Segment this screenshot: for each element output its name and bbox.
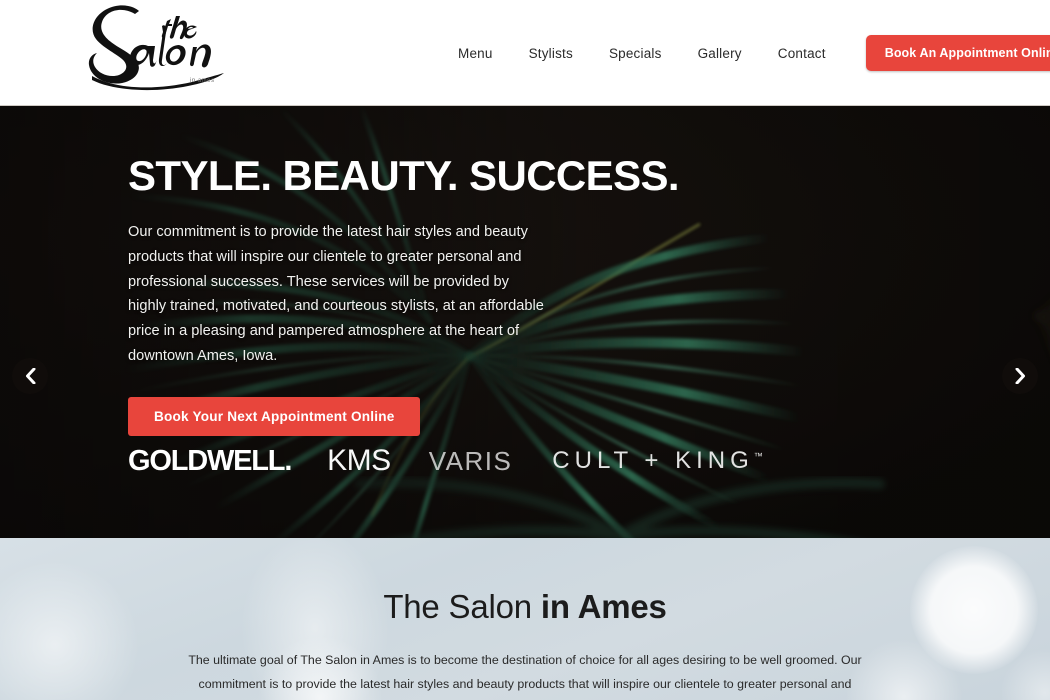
nav-item-specials[interactable]: Specials: [591, 40, 680, 67]
trademark-symbol: ™: [753, 451, 763, 461]
intro-section: The Salon in Ames The ultimate goal of T…: [0, 538, 1050, 700]
nav-item-stylists[interactable]: Stylists: [511, 40, 591, 67]
hero-carousel: STYLE. BEAUTY. SUCCESS. Our commitment i…: [0, 106, 1050, 538]
hero-content: STYLE. BEAUTY. SUCCESS. Our commitment i…: [128, 152, 688, 436]
nav-item-gallery[interactable]: Gallery: [680, 40, 760, 67]
brand-logo-goldwell: GOLDWELL.: [128, 444, 292, 477]
hero-title: STYLE. BEAUTY. SUCCESS.: [128, 152, 680, 199]
brand-logo-kms: KMS: [327, 444, 391, 477]
the-salon-logo[interactable]: in ames: [62, 2, 254, 100]
nav-item-menu[interactable]: Menu: [440, 40, 511, 67]
brand-logo-cult-king: CULT + KING™: [552, 447, 762, 475]
brand-logo-varis: VARIS: [428, 445, 513, 476]
main-navigation: Menu Stylists Specials Gallery Contact B…: [440, 0, 1050, 106]
intro-title: The Salon in Ames: [0, 588, 1050, 626]
brand-logo-strip: GOLDWELL. KMS VARIS CULT + KING™: [128, 444, 828, 478]
chevron-left-icon: [25, 368, 35, 384]
carousel-prev-button[interactable]: [12, 358, 48, 394]
hero-book-appointment-button[interactable]: Book Your Next Appointment Online: [128, 396, 421, 436]
chevron-right-icon: [1015, 368, 1025, 384]
nav-item-contact[interactable]: Contact: [760, 40, 844, 67]
svg-text:in ames: in ames: [190, 78, 215, 84]
intro-title-light: The Salon: [383, 588, 541, 625]
book-appointment-button[interactable]: Book An Appointment Online: [865, 35, 1050, 71]
intro-title-bold: in Ames: [540, 588, 667, 625]
brand-logo-cult-king-text: CULT + KING: [552, 447, 754, 474]
intro-paragraph: The ultimate goal of The Salon in Ames i…: [188, 653, 862, 691]
site-header: in ames Menu Stylists Specials Gallery C…: [0, 0, 1050, 106]
page-root: in ames Menu Stylists Specials Gallery C…: [0, 0, 1050, 700]
carousel-next-button[interactable]: [1002, 358, 1038, 394]
hero-paragraph: Our commitment is to provide the latest …: [128, 224, 544, 365]
